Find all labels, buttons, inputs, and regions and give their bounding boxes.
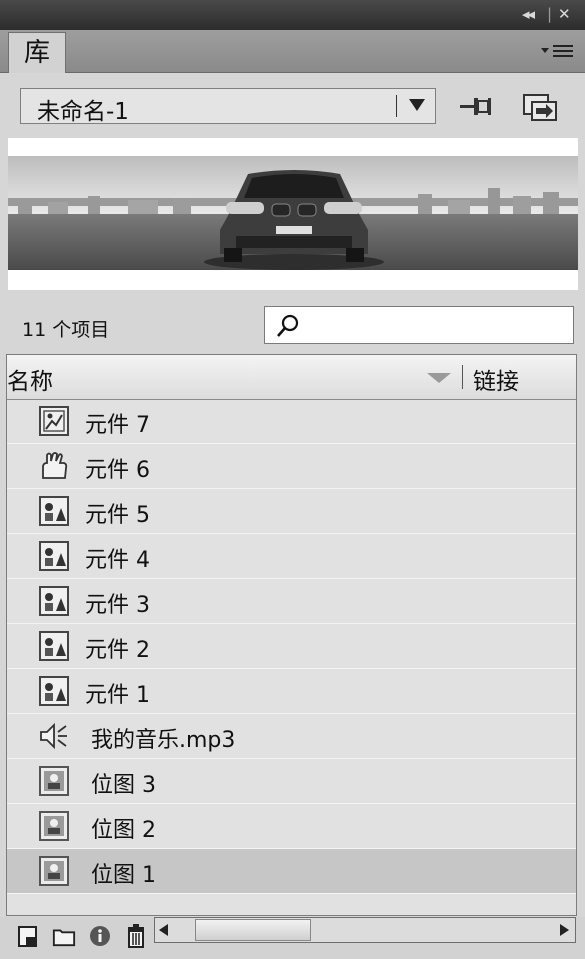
list-item[interactable]: 元件 1 [7, 669, 576, 714]
library-item-list[interactable]: 名称 链接 元件 7 元件 6 元件 5 元件 4 元件 3 元件 2 元件 1… [6, 354, 577, 916]
bitmap-icon [39, 856, 69, 886]
list-item[interactable]: 元件 6 [7, 444, 576, 489]
list-item[interactable]: 元件 2 [7, 624, 576, 669]
new-folder-icon[interactable] [52, 923, 76, 949]
item-label: 元件 2 [85, 638, 150, 663]
column-header-linkage[interactable]: 链接 [473, 362, 519, 396]
list-item[interactable]: 元件 5 [7, 489, 576, 534]
button-symbol-icon [42, 452, 68, 479]
item-label: 元件 4 [85, 548, 150, 573]
list-header: 名称 链接 [7, 355, 576, 400]
library-search-field[interactable] [264, 306, 574, 344]
list-item-selected[interactable]: 位图 1 [7, 849, 576, 894]
delete-trash-icon[interactable] [124, 923, 148, 949]
search-icon [277, 314, 299, 337]
symbol-preview [8, 138, 578, 290]
bitmap-icon [39, 766, 69, 796]
list-item[interactable]: 位图 3 [7, 759, 576, 804]
item-label: 我的音乐.mp3 [91, 728, 236, 753]
panel-tab-row: 库 [0, 30, 585, 74]
dropdown-separator [396, 95, 397, 117]
item-label: 位图 1 [91, 863, 156, 888]
list-item[interactable]: 元件 7 [7, 399, 576, 444]
title-separator: | [547, 5, 552, 23]
scroll-right-arrow-icon[interactable] [560, 924, 569, 936]
graphic-symbol-icon [39, 631, 69, 661]
list-item[interactable]: 我的音乐.mp3 [7, 714, 576, 759]
car-preview-image [8, 156, 578, 270]
item-label: 元件 7 [85, 413, 150, 438]
list-item[interactable]: 元件 3 [7, 579, 576, 624]
pin-library-icon[interactable] [458, 92, 494, 122]
sort-arrow-icon[interactable] [427, 373, 451, 383]
column-header-name[interactable]: 名称 [7, 362, 53, 396]
item-label: 位图 3 [91, 773, 156, 798]
item-label: 元件 3 [85, 593, 150, 618]
close-icon[interactable]: ✕ [558, 5, 571, 23]
sound-icon [40, 722, 67, 750]
movieclip-icon [39, 406, 69, 436]
tab-library[interactable]: 库 [8, 32, 66, 74]
document-select[interactable]: 未命名-1 [20, 88, 436, 125]
item-label: 元件 1 [85, 683, 150, 708]
graphic-symbol-icon [39, 676, 69, 706]
list-item[interactable]: 元件 4 [7, 534, 576, 579]
graphic-symbol-icon [39, 496, 69, 526]
item-count: 11 个项目 [22, 319, 110, 341]
item-label: 元件 5 [85, 503, 150, 528]
scroll-left-arrow-icon[interactable] [159, 924, 168, 936]
graphic-symbol-icon [39, 586, 69, 616]
document-select-value: 未命名-1 [37, 99, 129, 125]
chevron-down-icon[interactable] [409, 99, 425, 111]
item-label: 元件 6 [85, 458, 150, 483]
properties-icon[interactable] [88, 923, 112, 949]
new-symbol-icon[interactable] [16, 923, 40, 949]
new-library-panel-icon[interactable] [522, 92, 558, 122]
item-label: 位图 2 [91, 818, 156, 843]
collapse-icon[interactable]: ◂◂ [522, 5, 535, 23]
horizontal-scrollbar[interactable] [154, 917, 576, 943]
panel-menu-icon[interactable] [541, 42, 575, 60]
scroll-thumb[interactable] [195, 919, 311, 941]
panel-title-bar: ◂◂ | ✕ [0, 0, 585, 30]
graphic-symbol-icon [39, 541, 69, 571]
list-item[interactable]: 位图 2 [7, 804, 576, 849]
bitmap-icon [39, 811, 69, 841]
column-separator[interactable] [462, 365, 463, 389]
